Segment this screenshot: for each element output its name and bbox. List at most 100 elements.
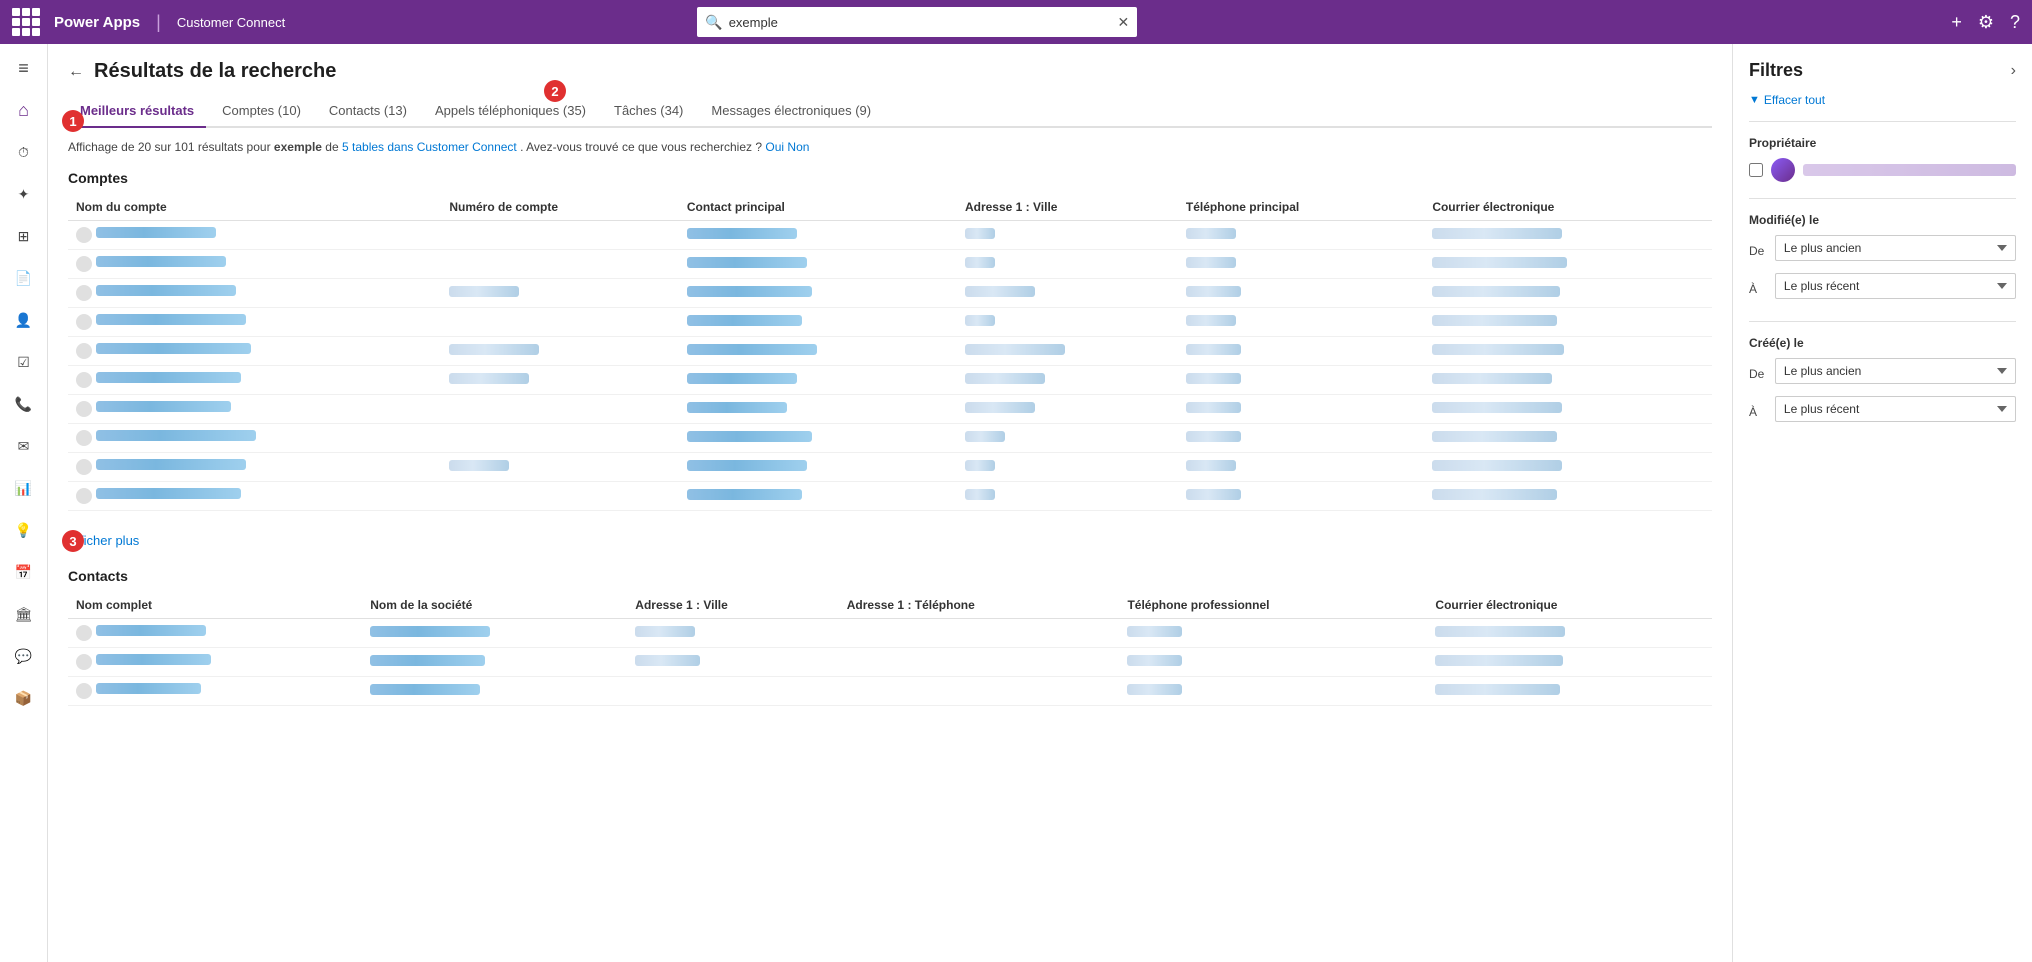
compte-name[interactable]	[96, 430, 256, 441]
package-icon[interactable]: 📦	[4, 678, 44, 718]
main-content: ← Résultats de la recherche Meilleurs ré…	[48, 44, 1732, 962]
clear-all-button[interactable]: ▼ Effacer tout	[1749, 93, 2016, 107]
col-adresse-ville: Adresse 1 : Ville	[957, 194, 1178, 221]
compte-name-cell	[68, 221, 441, 250]
compte-contact[interactable]	[687, 460, 807, 471]
search-box[interactable]: 🔍 ✕	[697, 7, 1137, 37]
gear-icon[interactable]: ⚙	[1978, 12, 1994, 33]
bookmarks-icon[interactable]: ✦	[4, 174, 44, 214]
modifie-a-select[interactable]: Le plus récent Le plus ancien	[1775, 273, 2016, 299]
owner-checkbox[interactable]	[1749, 163, 1763, 177]
compte-name[interactable]	[96, 314, 246, 325]
row-icon	[76, 401, 92, 417]
compte-contact[interactable]	[687, 373, 797, 384]
modifie-de-select[interactable]: Le plus ancien Le plus récent	[1775, 235, 2016, 261]
contact-name[interactable]	[96, 654, 211, 665]
home-icon[interactable]: ⌂	[4, 90, 44, 130]
tab-contacts[interactable]: Contacts (13)	[317, 95, 419, 128]
cree-filter: Créé(e) le De Le plus ancien Le plus réc…	[1749, 336, 2016, 428]
document-icon[interactable]: 📄	[4, 258, 44, 298]
tab-comptes[interactable]: Comptes (10)	[210, 95, 313, 128]
app-grid-icon[interactable]	[12, 8, 40, 36]
mail-icon[interactable]: ✉	[4, 426, 44, 466]
compte-name-cell	[68, 308, 441, 337]
compte-tel	[1186, 402, 1241, 413]
compte-name[interactable]	[96, 372, 241, 383]
compte-email	[1432, 460, 1562, 471]
table-row	[68, 366, 1712, 395]
compte-contact-cell	[679, 366, 957, 395]
col-contact-telephone: Adresse 1 : Téléphone	[839, 592, 1120, 619]
contact-tel-cell	[839, 619, 1120, 648]
col-contact-principal: Contact principal	[679, 194, 957, 221]
back-button[interactable]: ←	[68, 63, 84, 81]
compte-name[interactable]	[96, 459, 246, 470]
compte-numero-cell	[441, 337, 679, 366]
compte-name[interactable]	[96, 285, 236, 296]
compte-name[interactable]	[96, 343, 251, 354]
compte-email-cell	[1424, 482, 1712, 511]
compte-numero-cell	[441, 424, 679, 453]
calendar-icon[interactable]: 📅	[4, 552, 44, 592]
chat-icon[interactable]: 💬	[4, 636, 44, 676]
divider-2	[1749, 198, 2016, 199]
col-telephone-principal: Téléphone principal	[1178, 194, 1424, 221]
compte-contact[interactable]	[687, 402, 787, 413]
col-nom-societe: Nom de la société	[362, 592, 627, 619]
panel-title: Filtres	[1749, 60, 1803, 81]
tab-messages[interactable]: Messages électroniques (9)	[699, 95, 883, 128]
contact-societe[interactable]	[370, 684, 480, 695]
recent-icon[interactable]: ⏱	[4, 132, 44, 172]
tab-appels[interactable]: Appels téléphoniques (35)	[423, 95, 598, 128]
table-row	[68, 250, 1712, 279]
app-title: Customer Connect	[177, 15, 285, 30]
compte-contact[interactable]	[687, 489, 802, 500]
tab-taches[interactable]: Tâches (34)	[602, 95, 695, 128]
cree-de-select[interactable]: Le plus ancien Le plus récent	[1775, 358, 2016, 384]
contacts-table-header: Nom complet Nom de la société Adresse 1 …	[68, 592, 1712, 619]
search-input[interactable]	[729, 15, 1118, 30]
compte-name[interactable]	[96, 488, 241, 499]
search-clear-icon[interactable]: ✕	[1118, 14, 1130, 31]
compte-contact-cell	[679, 279, 957, 308]
compte-contact[interactable]	[687, 286, 812, 297]
add-icon[interactable]: +	[1951, 12, 1962, 33]
tasks-icon[interactable]: ☑	[4, 342, 44, 382]
contact-email-cell	[1427, 677, 1712, 706]
compte-contact[interactable]	[687, 431, 812, 442]
compte-ville-cell	[957, 453, 1178, 482]
feedback-non[interactable]: Non	[787, 140, 809, 154]
menu-icon[interactable]: ≡	[4, 48, 44, 88]
compte-contact[interactable]	[687, 344, 817, 355]
feedback-oui[interactable]: Oui	[765, 140, 784, 154]
contact-name[interactable]	[96, 683, 201, 694]
contact-name[interactable]	[96, 625, 206, 636]
contact-societe[interactable]	[370, 626, 490, 637]
person-icon[interactable]: 👤	[4, 300, 44, 340]
cree-a-select[interactable]: Le plus récent Le plus ancien	[1775, 396, 2016, 422]
sidebar: ≡ ⌂ ⏱ ✦ ⊞ 📄 👤 ☑ 📞 ✉ 📊 💡 📅 🏛 💬 📦	[0, 44, 48, 962]
table-row	[68, 279, 1712, 308]
contact-societe[interactable]	[370, 655, 485, 666]
building-icon[interactable]: 🏛	[4, 594, 44, 634]
compte-contact[interactable]	[687, 315, 802, 326]
nav-right-actions: + ⚙ ?	[1951, 12, 2020, 33]
row-icon	[76, 625, 92, 641]
compte-contact[interactable]	[687, 228, 797, 239]
grid-icon[interactable]: ⊞	[4, 216, 44, 256]
compte-ville-cell	[957, 482, 1178, 511]
compte-tel-cell	[1178, 366, 1424, 395]
compte-email	[1432, 257, 1567, 268]
report-icon[interactable]: 📊	[4, 468, 44, 508]
compte-numero	[449, 460, 509, 471]
compte-name[interactable]	[96, 401, 231, 412]
lightbulb-icon[interactable]: 💡	[4, 510, 44, 550]
panel-expand-icon[interactable]: ›	[2011, 62, 2016, 80]
compte-contact[interactable]	[687, 257, 807, 268]
compte-name[interactable]	[96, 256, 226, 267]
help-icon[interactable]: ?	[2010, 12, 2020, 33]
phone-icon[interactable]: 📞	[4, 384, 44, 424]
compte-name[interactable]	[96, 227, 216, 238]
tables-link[interactable]: 5 tables dans Customer Connect	[342, 140, 517, 154]
tab-meilleurs-resultats[interactable]: Meilleurs résultats	[68, 95, 206, 128]
